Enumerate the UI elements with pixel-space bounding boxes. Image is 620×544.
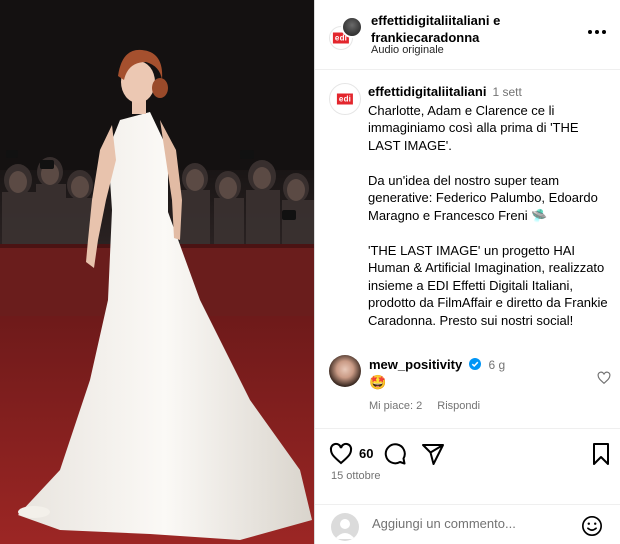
caption-paragraph-2: Da un'idea del nostro super team generat… bbox=[368, 172, 598, 223]
caption-paragraph-1: Charlotte, Adam e Clarence ce li immagin… bbox=[368, 102, 579, 153]
comment-header: mew_positivity 6 g bbox=[369, 357, 505, 372]
collab-avatars[interactable]: edi bbox=[329, 16, 363, 50]
comments-section: edi effettidigitaliitaliani 1 sett Charlo… bbox=[315, 71, 620, 429]
caption-time[interactable]: 1 sett bbox=[492, 85, 521, 99]
post-header: edi effettidigitaliitaliani e frankiecar… bbox=[315, 0, 620, 70]
post-date[interactable]: 15 ottobre bbox=[331, 470, 381, 482]
comment-meta: Mi piace: 2 Rispondi bbox=[369, 400, 492, 412]
like-button[interactable] bbox=[329, 442, 353, 466]
comment-input[interactable] bbox=[372, 516, 572, 531]
verified-badge-icon bbox=[468, 358, 481, 370]
heart-icon bbox=[597, 371, 611, 385]
caption-avatar[interactable]: edi bbox=[329, 83, 361, 115]
frankie-avatar[interactable] bbox=[341, 16, 363, 38]
emoji-picker-button[interactable] bbox=[581, 515, 603, 537]
post-photo bbox=[0, 0, 314, 544]
current-user-avatar bbox=[331, 513, 359, 541]
comment-avatar[interactable] bbox=[329, 355, 361, 387]
comment-button[interactable] bbox=[383, 442, 407, 466]
caption-username[interactable]: effettidigitaliitaliani bbox=[368, 84, 486, 99]
comment-username[interactable]: mew_positivity bbox=[369, 357, 462, 372]
audio-label[interactable]: Audio originale bbox=[371, 44, 444, 56]
caption-text: effettidigitaliitaliani 1 sett Charlotte,… bbox=[368, 83, 610, 329]
comment-item: mew_positivity 6 g 🤩 Mi piace: 2 Rispond… bbox=[329, 353, 611, 423]
save-button[interactable] bbox=[589, 442, 613, 466]
add-comment-bar bbox=[315, 504, 620, 544]
comment-text: 🤩 bbox=[369, 374, 387, 390]
post-authors[interactable]: effettidigitaliitaliani e frankiecaradon… bbox=[371, 12, 571, 46]
comment-time[interactable]: 6 g bbox=[488, 358, 505, 372]
edi-logo: edi bbox=[336, 93, 354, 105]
emoji-icon bbox=[582, 516, 602, 536]
share-button[interactable] bbox=[421, 442, 445, 466]
user-placeholder-icon bbox=[335, 519, 355, 539]
post-detail-panel: edi effettidigitaliitaliani e frankiecar… bbox=[314, 0, 620, 544]
edi-avatar: edi bbox=[329, 83, 361, 115]
heart-icon bbox=[329, 442, 353, 465]
comment-likes[interactable]: Mi piace: 2 bbox=[369, 400, 422, 412]
post-image[interactable] bbox=[0, 0, 314, 544]
like-count[interactable]: 60 bbox=[359, 446, 373, 461]
more-options-button[interactable] bbox=[585, 22, 609, 42]
more-horizontal-icon bbox=[588, 30, 606, 34]
comment-like-button[interactable] bbox=[597, 371, 611, 385]
share-icon bbox=[422, 444, 444, 465]
reply-button[interactable]: Rispondi bbox=[437, 400, 480, 412]
caption-paragraph-3: 'THE LAST IMAGE' un progetto HAI Human &… bbox=[368, 242, 608, 328]
bookmark-icon bbox=[593, 443, 609, 465]
comment-icon bbox=[384, 443, 406, 465]
